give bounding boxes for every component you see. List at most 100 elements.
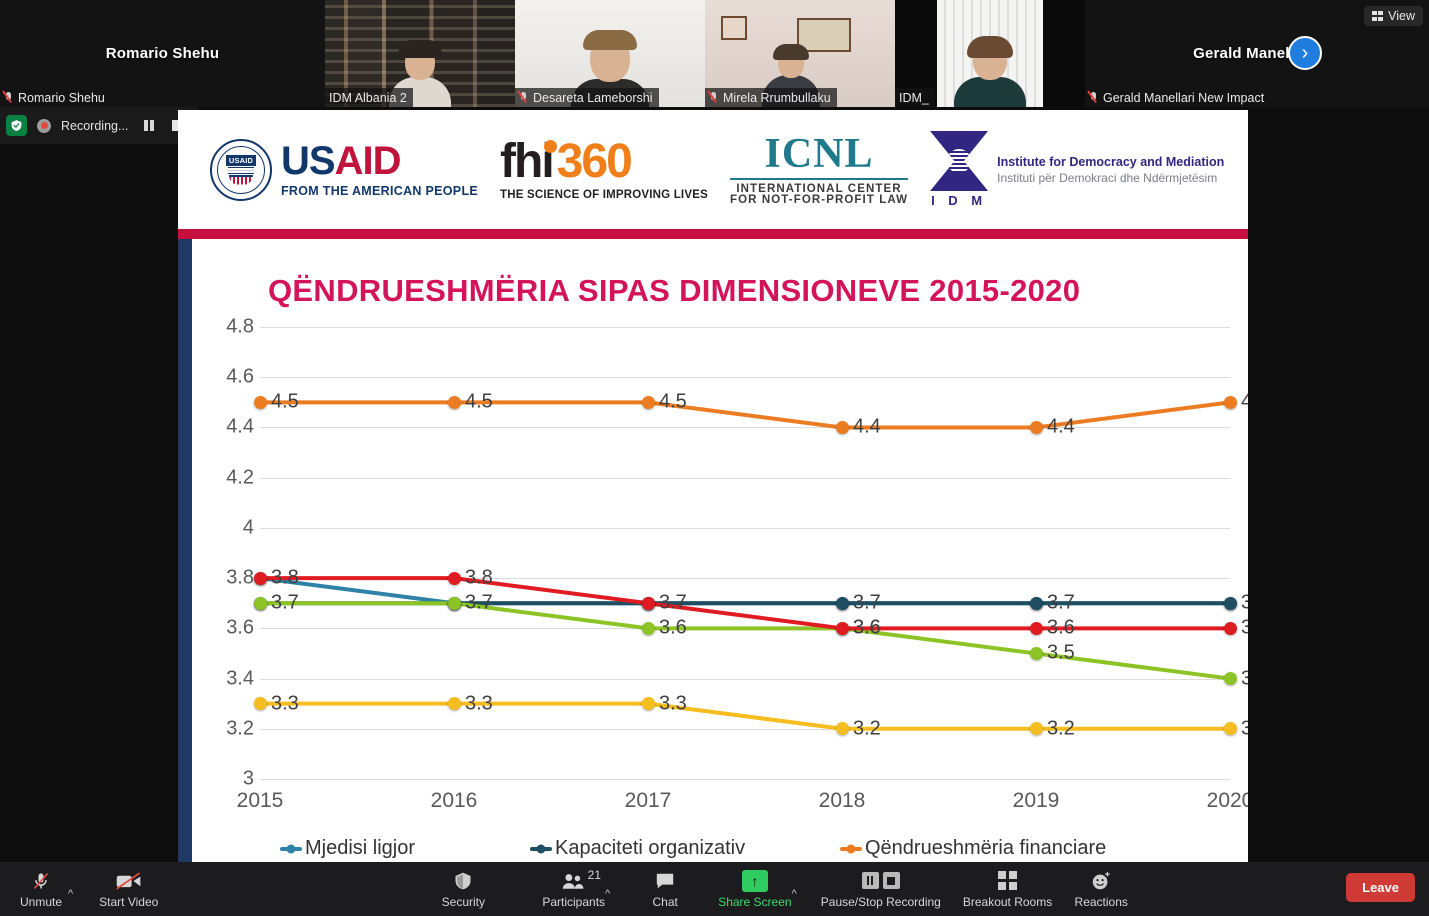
people-icon: 21 bbox=[562, 868, 601, 892]
x-axis-tick: 2017 bbox=[624, 789, 672, 812]
y-axis-tick: 3.8 bbox=[226, 566, 254, 589]
data-point-marker bbox=[447, 697, 461, 711]
wall-picture bbox=[721, 16, 747, 40]
y-axis-tick: 3.4 bbox=[226, 667, 254, 690]
legend-label: Qëndrueshmëria financiare bbox=[865, 837, 1107, 859]
data-point-marker bbox=[1223, 621, 1237, 635]
data-point-label: 3.7 bbox=[1047, 591, 1075, 614]
share-arrow-up-icon: ↑ bbox=[741, 869, 768, 892]
recording-controls-icons bbox=[861, 870, 900, 892]
participants-label: Participants bbox=[542, 894, 606, 909]
data-point-label: 4.5 bbox=[659, 390, 687, 413]
participants-options-caret[interactable]: ^ bbox=[605, 888, 610, 900]
participant-video-strip: Romario Shehu Romario Shehu IDM Albania … bbox=[0, 0, 1429, 107]
shield-check-icon[interactable] bbox=[6, 115, 27, 136]
video-tile-idm-albania-2[interactable]: IDM Albania 2 bbox=[325, 0, 515, 107]
share-screen-label: Share Screen bbox=[718, 894, 792, 909]
data-point-label: 4.5 bbox=[271, 390, 299, 413]
data-point-marker bbox=[641, 621, 655, 635]
mic-off-icon bbox=[519, 91, 529, 104]
data-point-marker bbox=[447, 596, 461, 610]
start-video-button[interactable]: Start Video bbox=[99, 870, 158, 909]
audio-options-caret[interactable]: ^ bbox=[68, 888, 73, 900]
chat-button[interactable]: Chat bbox=[638, 870, 692, 909]
x-axis-tick: 2019 bbox=[1012, 789, 1060, 812]
data-point-label: 3.7 bbox=[659, 591, 687, 614]
view-button-label: View bbox=[1388, 9, 1415, 23]
legend-item-kapaciteti-organizativ[interactable]: Kapaciteti organizativ bbox=[530, 837, 840, 860]
data-point-marker bbox=[835, 621, 849, 635]
idm-bowtie-icon bbox=[930, 131, 989, 191]
slide-side-bar bbox=[178, 239, 192, 862]
data-point-marker bbox=[835, 420, 849, 434]
shared-screen-slide[interactable]: USAID USAID FROM THE AMERICAN PEOPLE fhi… bbox=[178, 110, 1248, 862]
mic-off-icon bbox=[709, 91, 719, 104]
data-point-marker bbox=[447, 571, 461, 585]
pause-icon bbox=[861, 872, 879, 889]
legend-swatch bbox=[530, 844, 552, 853]
pause-recording-button[interactable] bbox=[144, 120, 154, 131]
video-tile-desareta-lameborshi[interactable]: Desareta Lameborshi bbox=[515, 0, 705, 107]
y-axis-tick: 4.6 bbox=[226, 365, 254, 388]
chart-gridlines: 3.7 3.7 3.7 3.7 3.7 3.7 4.5 4.5 4.5 4.4 4.4 4.5 3.3 3… bbox=[260, 327, 1248, 780]
x-axis-tick: 2016 bbox=[430, 789, 478, 812]
data-point-label: 3.2 bbox=[853, 717, 881, 740]
breakout-rooms-button[interactable]: Breakout Rooms bbox=[963, 870, 1052, 909]
pause-stop-recording-button[interactable]: Pause/Stop Recording bbox=[821, 870, 941, 909]
legend-item-q-ndrueshm-ria-financiare[interactable]: Qëndrueshmëria financiare bbox=[840, 837, 1106, 860]
idm-line1: Institute for Democracy and Mediation bbox=[997, 154, 1225, 169]
video-tile-mirela-rrumbullaku[interactable]: Mirela Rrumbullaku bbox=[705, 0, 895, 107]
record-dot-icon bbox=[37, 118, 51, 133]
usaid-wordmark-aid: AID bbox=[334, 139, 402, 184]
microphone-off-icon bbox=[31, 870, 51, 892]
series-line bbox=[260, 704, 1230, 729]
chart-series-svg bbox=[260, 327, 1230, 779]
data-point-label: 3.6 bbox=[1241, 616, 1248, 639]
data-point-marker bbox=[1223, 395, 1237, 409]
data-point-label: 3.6 bbox=[1047, 616, 1075, 639]
data-point-marker bbox=[253, 596, 267, 610]
data-point-marker bbox=[1223, 722, 1237, 736]
icnl-line2: FOR NOT-FOR-PROFIT LAW bbox=[729, 194, 909, 206]
recording-status-text: Recording... bbox=[61, 118, 129, 133]
next-page-arrow-button[interactable]: › bbox=[1288, 36, 1322, 70]
y-axis-tick: 3.2 bbox=[226, 717, 254, 740]
start-video-label: Start Video bbox=[99, 894, 159, 909]
unmute-button[interactable]: Unmute bbox=[14, 870, 68, 909]
usaid-logo: USAID USAID FROM THE AMERICAN PEOPLE bbox=[210, 138, 478, 201]
idm-logo: I D M Institute for Democracy and Mediat… bbox=[930, 131, 1224, 208]
idm-letters: I D M bbox=[931, 193, 988, 208]
video-tile-idm[interactable]: IDM_ bbox=[895, 0, 1085, 107]
participants-count: 21 bbox=[587, 867, 602, 882]
x-axis-tick: 2015 bbox=[236, 789, 284, 812]
data-point-label: 3.6 bbox=[853, 616, 881, 639]
view-button[interactable]: View bbox=[1364, 6, 1423, 26]
data-point-label: 3.2 bbox=[1241, 717, 1248, 740]
icnl-word: ICNL bbox=[764, 130, 874, 177]
participants-button[interactable]: 21 Participants bbox=[542, 868, 606, 909]
leave-button[interactable]: Leave bbox=[1346, 873, 1415, 902]
share-options-caret[interactable]: ^ bbox=[792, 888, 797, 900]
legend-item-mjedisi-ligjor[interactable]: Mjedisi ligjor bbox=[280, 837, 530, 860]
data-point-label: 4.4 bbox=[1047, 415, 1075, 438]
data-point-marker bbox=[835, 596, 849, 610]
video-tile-romario-shehu[interactable]: Romario Shehu Romario Shehu bbox=[0, 0, 325, 107]
data-point-marker bbox=[1223, 596, 1237, 610]
data-point-marker bbox=[1029, 596, 1043, 610]
recording-label: Pause/Stop Recording bbox=[820, 894, 941, 909]
stop-icon bbox=[882, 872, 900, 889]
tile-name-label: Mirela Rrumbullaku bbox=[705, 88, 837, 107]
reactions-button[interactable]: Reactions bbox=[1074, 870, 1128, 909]
person-silhouette bbox=[954, 36, 1026, 107]
icnl-rule bbox=[729, 177, 909, 180]
mic-off-icon bbox=[1089, 91, 1099, 104]
data-point-marker bbox=[641, 596, 655, 610]
data-point-label: 3.7 bbox=[465, 591, 493, 614]
share-screen-button[interactable]: ↑ Share Screen bbox=[718, 869, 792, 909]
chart-container: QËNDRUESHMËRIA SIPAS DIMENSIONEVE 2015-2… bbox=[192, 249, 1248, 862]
y-axis-tick: 4.8 bbox=[226, 315, 254, 338]
chat-bubble-icon bbox=[654, 870, 676, 892]
data-point-label: 3.5 bbox=[1047, 641, 1075, 664]
security-button[interactable]: Security bbox=[436, 870, 490, 909]
y-axis-tick: 3.6 bbox=[226, 616, 254, 639]
